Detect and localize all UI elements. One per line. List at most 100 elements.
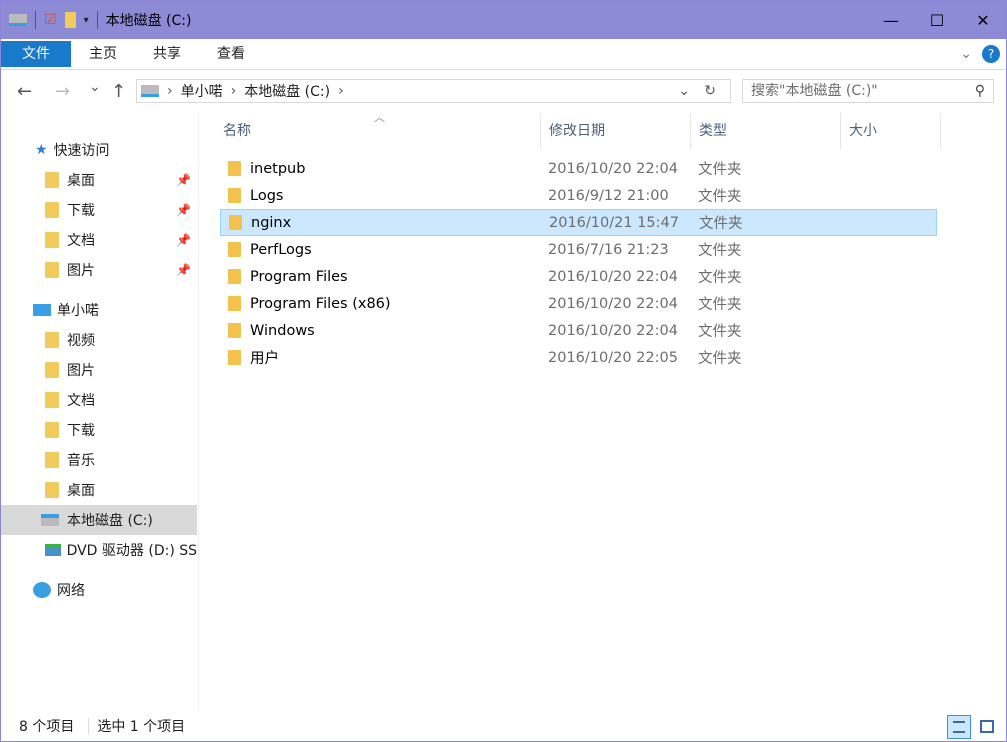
pin-icon[interactable]: 📌 — [176, 233, 191, 247]
large-icons-view-icon — [980, 720, 994, 733]
file-row[interactable]: Logs 2016/9/12 21:00 文件夹 — [220, 182, 937, 209]
forward-button[interactable]: → — [55, 81, 70, 102]
column-header-date[interactable]: 修改日期 — [541, 113, 691, 149]
sidebar-item-local-disk[interactable]: 本地磁盘 (C:) — [1, 505, 197, 535]
file-name: 用户 — [250, 351, 279, 367]
file-type: 文件夹 — [698, 324, 742, 340]
address-dropdown-icon[interactable]: ⌄ — [678, 83, 690, 99]
minimize-button[interactable]: — — [868, 1, 914, 39]
folder-icon — [228, 323, 241, 338]
file-row[interactable]: Program Files 2016/10/20 22:04 文件夹 — [220, 263, 937, 290]
folder-icon — [228, 161, 241, 176]
folder-icon — [228, 188, 241, 203]
star-icon: ★ — [35, 142, 48, 158]
file-date: 2016/10/20 22:04 — [548, 160, 678, 177]
folder-icon — [228, 242, 241, 257]
file-row[interactable]: Program Files (x86) 2016/10/20 22:04 文件夹 — [220, 290, 937, 317]
tab-share[interactable]: 共享 — [135, 41, 199, 67]
window-title: 本地磁盘 (C:) — [105, 13, 192, 29]
maximize-button[interactable]: ☐ — [914, 1, 960, 39]
sidebar-item-documents[interactable]: 文档 — [1, 385, 197, 415]
computer-icon — [33, 304, 51, 316]
customize-quick-access-icon[interactable]: ▾ — [84, 15, 89, 26]
sidebar-item-downloads[interactable]: 下载 — [1, 415, 197, 445]
sidebar-item-dvd-drive[interactable]: DVD 驱动器 (D:) SS — [1, 535, 197, 565]
folder-icon — [228, 296, 241, 311]
search-icon: ⚲ — [974, 83, 985, 99]
folder-icon — [45, 262, 59, 278]
file-row[interactable]: PerfLogs 2016/7/16 21:23 文件夹 — [220, 236, 937, 263]
file-name: Program Files (x86) — [250, 295, 391, 312]
folder-icon — [228, 350, 241, 365]
address-bar[interactable]: › 单小喏 › 本地磁盘 (C:) › ⌄ ↻ — [136, 79, 731, 103]
selected-count: 选中 1 个项目 — [97, 719, 186, 735]
file-name: Logs — [250, 187, 284, 204]
folder-icon — [229, 215, 242, 230]
file-date: 2016/10/21 15:47 — [549, 214, 679, 231]
file-date: 2016/10/20 22:05 — [548, 349, 678, 366]
sidebar-item-pictures[interactable]: 图片 — [1, 355, 197, 385]
file-row[interactable]: 用户 2016/10/20 22:05 文件夹 — [220, 344, 937, 371]
folder-icon — [45, 232, 59, 248]
expand-ribbon-icon[interactable]: ⌄ — [960, 46, 972, 62]
title-bar: ☑ ▾ 本地磁盘 (C:) — ☐ ✕ — [1, 1, 1006, 39]
file-date: 2016/10/20 22:04 — [548, 268, 678, 285]
file-type: 文件夹 — [698, 297, 742, 313]
sidebar-item-videos[interactable]: 视频 — [1, 325, 197, 355]
search-input[interactable]: 搜索"本地磁盘 (C:)" ⚲ — [742, 79, 994, 103]
back-button[interactable]: ← — [17, 81, 32, 102]
folder-icon — [228, 269, 241, 284]
drive-icon — [141, 85, 159, 97]
file-date: 2016/10/20 22:04 — [548, 322, 678, 339]
documents-folder-icon — [45, 392, 59, 408]
pin-icon[interactable]: 📌 — [176, 203, 191, 217]
sidebar-item-music[interactable]: 音乐 — [1, 445, 197, 475]
file-name: PerfLogs — [250, 241, 312, 258]
file-type: 文件夹 — [698, 351, 742, 367]
sidebar-item-documents[interactable]: 文档 📌 — [1, 225, 197, 255]
details-view-button[interactable] — [947, 715, 971, 739]
close-button[interactable]: ✕ — [960, 1, 1006, 39]
sidebar-item-pictures[interactable]: 图片 📌 — [1, 255, 197, 285]
pictures-folder-icon — [45, 362, 59, 378]
properties-icon[interactable]: ☑ — [44, 12, 57, 28]
pin-icon[interactable]: 📌 — [176, 173, 191, 187]
folder-icon — [45, 202, 59, 218]
file-date: 2016/9/12 21:00 — [548, 187, 669, 204]
file-name: inetpub — [250, 160, 306, 177]
breadcrumb-pc[interactable]: 单小喏 — [181, 81, 223, 101]
folder-icon — [45, 172, 59, 188]
desktop-folder-icon — [45, 482, 59, 498]
sidebar-this-pc[interactable]: 单小喏 — [1, 295, 197, 325]
column-header-type[interactable]: 类型 — [691, 113, 841, 149]
file-type: 文件夹 — [698, 162, 742, 178]
tab-home[interactable]: 主页 — [71, 41, 135, 67]
pin-icon[interactable]: 📌 — [176, 263, 191, 277]
sidebar-item-desktop[interactable]: 桌面 — [1, 475, 197, 505]
file-row[interactable]: Windows 2016/10/20 22:04 文件夹 — [220, 317, 937, 344]
file-type: 文件夹 — [698, 189, 742, 205]
file-row[interactable]: nginx 2016/10/21 15:47 文件夹 — [220, 209, 937, 236]
ribbon: 文件 主页 共享 查看 ⌄? — [1, 39, 1006, 70]
sidebar-network[interactable]: 网络 — [1, 575, 197, 605]
tab-view[interactable]: 查看 — [199, 41, 263, 67]
large-icons-view-button[interactable] — [975, 715, 999, 739]
up-button[interactable]: ↑ — [111, 81, 126, 102]
dvd-drive-icon — [45, 544, 61, 556]
help-icon[interactable]: ? — [982, 45, 1000, 63]
column-header-name[interactable]: 名称 — [214, 113, 541, 149]
video-folder-icon — [45, 332, 59, 348]
file-row[interactable]: inetpub 2016/10/20 22:04 文件夹 — [220, 155, 937, 182]
breadcrumb-drive[interactable]: 本地磁盘 (C:) — [244, 81, 330, 101]
tab-file[interactable]: 文件 — [1, 41, 71, 67]
sidebar-item-desktop[interactable]: 桌面 📌 — [1, 165, 197, 195]
file-name: Windows — [250, 322, 315, 339]
recent-locations-button[interactable]: ⌄ — [89, 79, 101, 95]
new-folder-icon[interactable] — [64, 12, 76, 28]
column-header-size[interactable]: 大小 — [841, 113, 941, 149]
refresh-button[interactable]: ↻ — [704, 83, 716, 99]
file-list: ︿ 名称 修改日期 类型 大小 inetpub 2016/10/20 22:04 文… — [200, 111, 1006, 711]
file-date: 2016/7/16 21:23 — [548, 241, 669, 258]
sidebar-item-downloads[interactable]: 下载 📌 — [1, 195, 197, 225]
downloads-folder-icon — [45, 422, 59, 438]
